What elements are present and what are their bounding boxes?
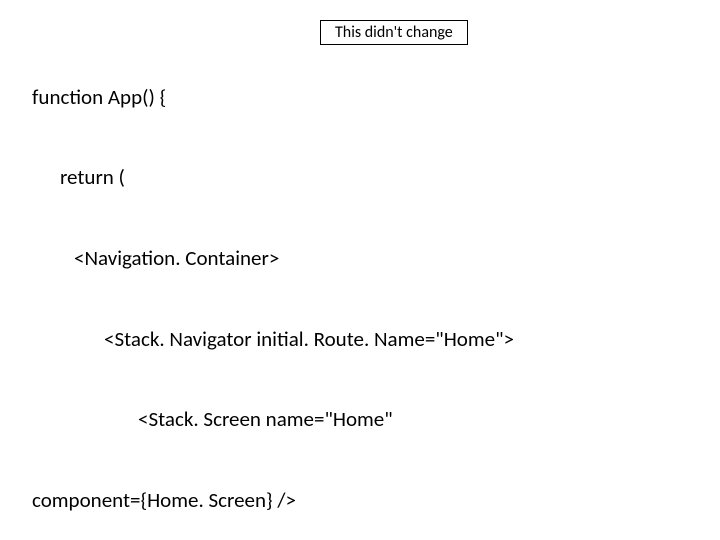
code-line: function App() {: [32, 84, 700, 111]
code-line: <Stack. Navigator initial. Route. Name="…: [32, 326, 700, 353]
code-line: component={Home. Screen} />: [32, 487, 700, 514]
code-line: <Stack. Screen name="Home": [32, 406, 700, 433]
code-line: <Navigation. Container>: [32, 245, 700, 272]
code-line: return (: [32, 164, 700, 191]
code-block: function App() { return ( <Navigation. C…: [32, 30, 700, 540]
